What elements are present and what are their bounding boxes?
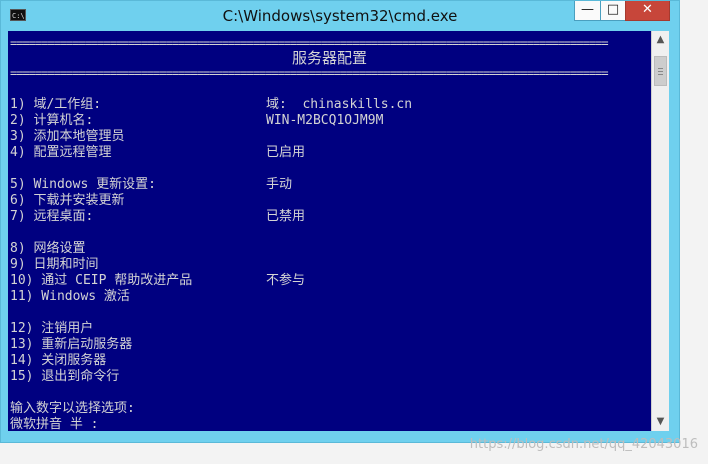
minimize-button[interactable]: — [574, 1, 601, 21]
menu-item-label: 11) Windows 激活 [10, 289, 130, 304]
console-output[interactable]: ========================================… [8, 31, 651, 431]
vertical-scrollbar[interactable]: ▲ ▼ [651, 31, 669, 431]
grip-line [658, 71, 663, 72]
menu-item-label: 14) 关闭服务器 [10, 353, 107, 368]
menu-item-label: 4) 配置远程管理 [10, 145, 112, 160]
close-button[interactable]: ✕ [625, 1, 670, 21]
menu-item-value: 域: chinaskills.cn [266, 97, 413, 112]
scroll-up-icon[interactable]: ▲ [652, 32, 669, 48]
menu-item-label: 5) Windows 更新设置: [10, 177, 156, 192]
menu-item-label: 2) 计算机名: [10, 113, 94, 128]
menu-item-label: 3) 添加本地管理员 [10, 129, 125, 144]
menu-item-label: 8) 网络设置 [10, 241, 86, 256]
scroll-down-icon[interactable]: ▼ [652, 414, 669, 430]
watermark: https://blog.csdn.net/qq_42043016 [469, 437, 698, 452]
menu-item-label: 9) 日期和时间 [10, 257, 99, 272]
menu-item-label: 7) 远程桌面: [10, 209, 94, 224]
grip-line [658, 68, 663, 69]
menu-item-label: 12) 注销用户 [10, 321, 94, 336]
page-title: 服务器配置 [291, 49, 367, 67]
menu-item-label: 15) 退出到命令行 [10, 369, 120, 384]
scroll-thumb[interactable] [654, 56, 667, 86]
menu-item-label: 1) 域/工作组: [10, 97, 102, 112]
title-bar[interactable]: C:\ C:\Windows\system32\cmd.exe — □ ✕ [1, 1, 679, 31]
input-prompt: 输入数字以选择选项: [10, 401, 135, 416]
menu-item-value: 手动 [266, 177, 293, 192]
divider-bottom: ========================================… [10, 67, 609, 79]
grip-line [658, 74, 663, 75]
menu-item-value: 已启用 [266, 145, 306, 160]
menu-item-label: 6) 下载并安装更新 [10, 193, 125, 208]
menu-item-value: 不参与 [266, 273, 306, 288]
ime-status: 微软拼音 半 : [10, 417, 99, 431]
menu-item-value: WIN-M2BCQ1OJM9M [266, 113, 384, 128]
menu-item-label: 13) 重新启动服务器 [10, 337, 133, 352]
menu-item-label: 10) 通过 CEIP 帮助改进产品 [10, 273, 193, 288]
maximize-button[interactable]: □ [600, 1, 626, 21]
menu-item-value: 已禁用 [266, 209, 306, 224]
